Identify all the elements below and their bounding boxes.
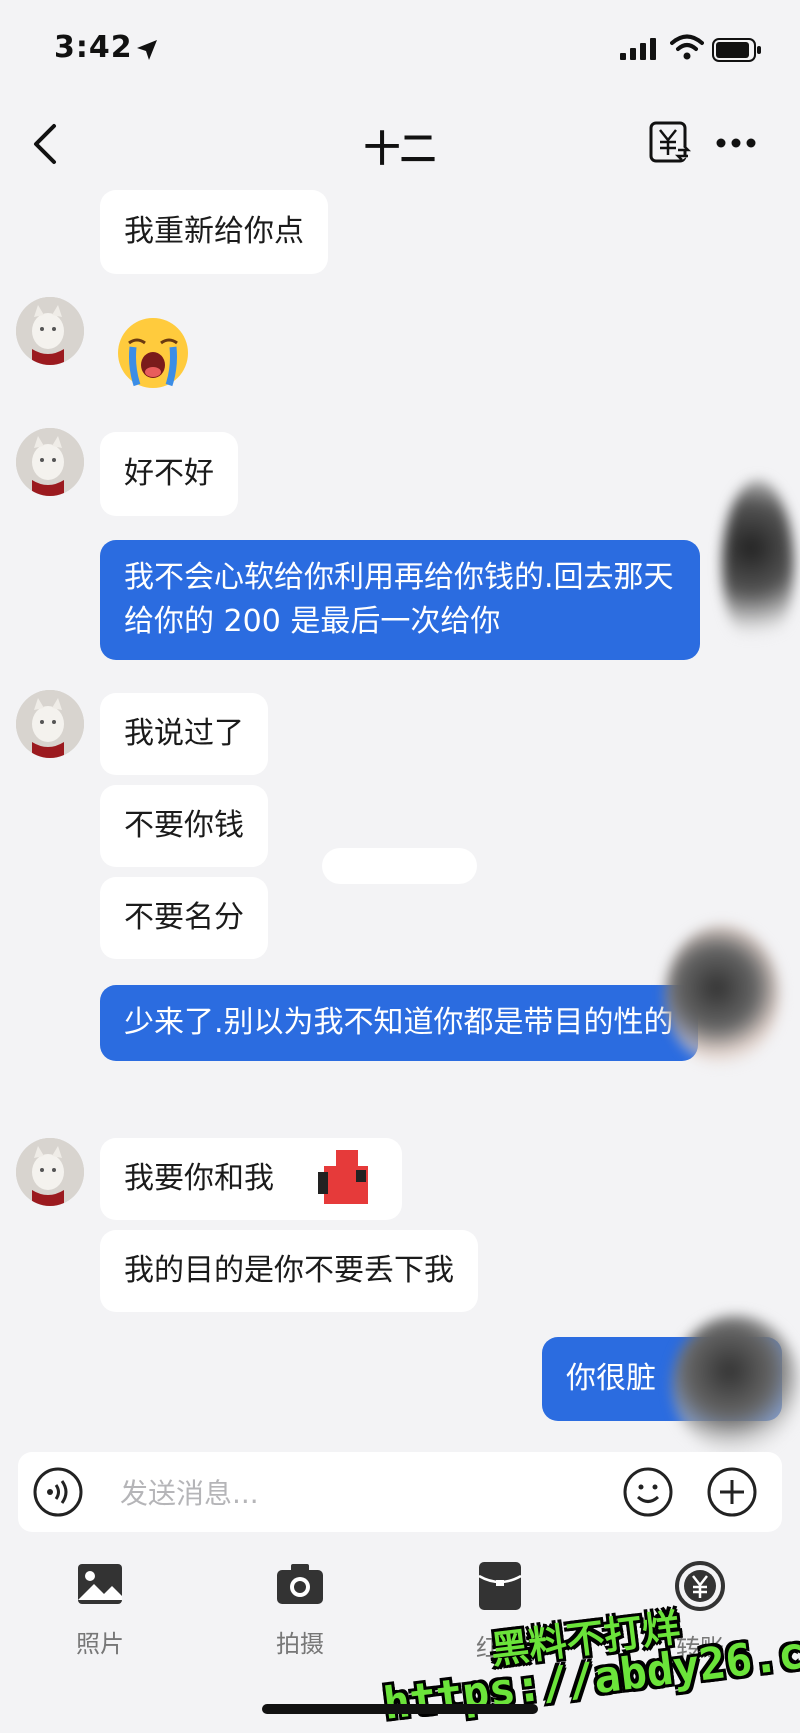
chat-header: 十二 (0, 100, 800, 185)
message-bubble-received[interactable]: 好不好 (100, 432, 238, 516)
toolbar-camera[interactable]: 拍摄 (240, 1560, 360, 1659)
blurred-avatar (672, 1315, 800, 1455)
redaction-sticker (318, 1150, 374, 1210)
message-bubble-sent[interactable]: 我不会心软给你利用再给你钱的.回去那天给你的 200 是最后一次给你 (100, 540, 700, 660)
contact-avatar[interactable] (16, 1138, 84, 1206)
status-time: 3:42 (54, 30, 133, 65)
red-packet-icon (477, 1562, 523, 1616)
transfer-icon (674, 1561, 726, 1616)
status-bar: 3:42 (0, 0, 800, 100)
blurred-avatar (722, 480, 794, 650)
toolbar-label: 拍摄 (276, 1630, 324, 1658)
yen-exchange-icon[interactable] (648, 120, 692, 168)
message-bubble-received[interactable]: 我说过了 (100, 693, 268, 775)
message-input[interactable]: 发送消息... (120, 1472, 259, 1512)
camera-icon (275, 1564, 325, 1612)
cellular-signal-icon (620, 38, 658, 64)
message-bubble-received[interactable]: 我重新给你点 (100, 190, 328, 274)
more-options-icon[interactable] (716, 134, 756, 153)
message-bubble-received[interactable]: 我的目的是你不要丢下我 (100, 1230, 478, 1312)
contact-avatar[interactable] (16, 428, 84, 496)
wifi-icon (670, 34, 704, 64)
message-text: 我要你和我 (124, 1161, 274, 1196)
blurred-avatar (665, 925, 780, 1065)
message-bubble-sent[interactable]: 少来了.别以为我不知道你都是带目的性的 (100, 985, 698, 1061)
toolbar-label: 照片 (76, 1630, 124, 1658)
battery-icon (712, 38, 762, 66)
emoji-smile-icon[interactable] (622, 1466, 674, 1522)
contact-avatar[interactable] (16, 690, 84, 758)
crying-face-emoji (115, 315, 191, 395)
toolbar-photo[interactable]: 照片 (40, 1560, 160, 1659)
contact-avatar[interactable] (16, 297, 84, 365)
home-indicator (262, 1704, 538, 1714)
redaction-strip (322, 848, 477, 884)
add-plus-icon[interactable] (706, 1466, 758, 1522)
message-bubble-received[interactable]: 不要你钱 (100, 785, 268, 867)
message-composer: 发送消息... (18, 1452, 782, 1532)
location-arrow-icon (135, 38, 159, 66)
voice-input-icon[interactable] (32, 1466, 84, 1522)
message-bubble-received[interactable]: 不要名分 (100, 877, 268, 959)
photo-icon (76, 1564, 124, 1612)
